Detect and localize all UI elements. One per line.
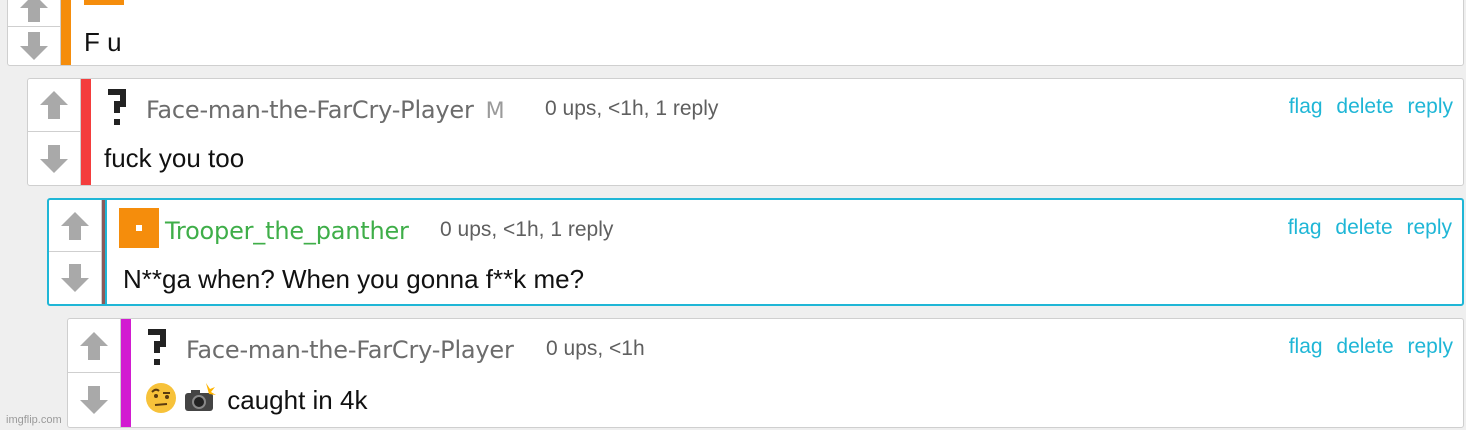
orange-square-icon (84, 0, 124, 5)
comment-actions: flag delete reply (1281, 335, 1453, 359)
username-link[interactable]: Face-man-the-FarCry-Player M (146, 96, 505, 124)
delete-link[interactable]: delete (1336, 335, 1393, 358)
reply-link[interactable]: reply (1407, 95, 1453, 118)
arrow-down-icon (80, 386, 108, 414)
comment-body: fuck you too (104, 143, 245, 173)
vote-column (8, 0, 61, 65)
vote-column (68, 319, 121, 427)
upvote-button[interactable] (8, 0, 60, 27)
downvote-button[interactable] (8, 27, 60, 65)
thread-color-bar (61, 0, 71, 65)
thread-color-bar (81, 79, 91, 185)
mod-badge: M (485, 99, 505, 124)
orange-square-icon (119, 208, 159, 248)
camera-flash-icon (185, 383, 216, 411)
arrow-down-icon (61, 264, 89, 292)
comment-actions: flag delete reply (1281, 95, 1453, 119)
comment-body: caught in 4k (144, 381, 367, 416)
arrow-down-icon (40, 144, 68, 173)
delete-link[interactable]: delete (1335, 216, 1392, 239)
avatar[interactable] (144, 327, 184, 367)
arrow-up-icon (80, 331, 108, 360)
upvote-button[interactable] (49, 200, 101, 252)
downvote-button[interactable] (68, 373, 120, 427)
comment-meta: 0 ups, <1h (546, 337, 645, 360)
question-mark-icon (148, 329, 166, 365)
comment-3: Trooper_the_panther 0 ups, <1h, 1 reply … (47, 198, 1464, 306)
vote-column (28, 79, 81, 185)
comment-header: Trooper_the_panther 0 ups, <1h, 1 reply … (119, 208, 1452, 248)
upvote-button[interactable] (28, 79, 80, 132)
username-link[interactable]: Trooper_the_panther (165, 217, 409, 245)
username-link[interactable]: Face-man-the-FarCry-Player (186, 336, 514, 364)
upvote-button[interactable] (68, 319, 120, 373)
comment-header: Face-man-the-FarCry-Player 0 ups, <1h fl… (144, 327, 1453, 365)
downvote-button[interactable] (49, 252, 101, 304)
comment-body: F u (84, 27, 122, 57)
raised-eyebrow-face-icon (146, 383, 176, 413)
thread-color-bar (121, 319, 131, 427)
flag-link[interactable]: flag (1288, 216, 1322, 239)
downvote-button[interactable] (28, 132, 80, 185)
reply-link[interactable]: reply (1406, 216, 1452, 239)
arrow-up-icon (40, 91, 68, 119)
comment-meta: 0 ups, <1h, 1 reply (440, 218, 614, 241)
comment-header: Face-man-the-FarCry-Player M 0 ups, <1h, … (104, 87, 1453, 125)
avatar[interactable] (104, 87, 144, 127)
vote-column (49, 200, 102, 304)
flag-link[interactable]: flag (1289, 95, 1323, 118)
emoji-reaction (144, 383, 227, 415)
comment-body: N**ga when? When you gonna f**k me? (123, 264, 585, 294)
comment-actions: flag delete reply (1280, 216, 1452, 240)
flag-link[interactable]: flag (1289, 335, 1323, 358)
arrow-up-icon (61, 211, 89, 240)
username-text: Face-man-the-FarCry-Player (146, 96, 474, 124)
comment-4: Face-man-the-FarCry-Player 0 ups, <1h fl… (67, 318, 1464, 428)
reply-link[interactable]: reply (1407, 335, 1453, 358)
question-mark-icon (108, 89, 126, 125)
arrow-up-icon (20, 0, 48, 22)
highlight-left-border (105, 200, 107, 304)
arrow-down-icon (20, 32, 48, 60)
comment-meta: 0 ups, <1h, 1 reply (545, 97, 719, 120)
comment-1: F u (7, 0, 1464, 66)
avatar[interactable] (119, 208, 159, 248)
delete-link[interactable]: delete (1336, 95, 1393, 118)
comment-2: Face-man-the-FarCry-Player M 0 ups, <1h, … (27, 78, 1464, 186)
comment-body-text: caught in 4k (227, 385, 368, 415)
imgflip-watermark: imgflip.com (6, 414, 62, 426)
